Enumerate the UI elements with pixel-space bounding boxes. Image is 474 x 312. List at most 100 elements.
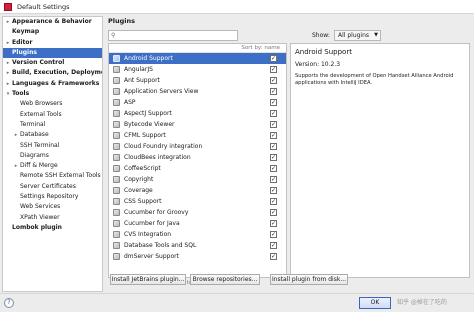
plugin-enabled-checkbox[interactable]: ✓ [270,187,277,194]
chevron-down-icon: ▼ [374,32,378,38]
sidebar-item-label: Web Browsers [20,100,63,108]
collapse-arrow-icon[interactable]: ▸ [5,17,11,27]
collapse-arrow-icon[interactable]: ▸ [5,58,11,68]
app-icon [4,2,12,11]
sidebar-item[interactable]: ▸ Editor [3,38,102,48]
sidebar-item[interactable]: Lombok plugin [3,223,102,233]
sidebar-item[interactable]: External Tools [3,110,102,120]
sidebar-item[interactable]: ▸ Build, Execution, Deployment [3,68,102,78]
sidebar-item[interactable]: ▸ Version Control [3,58,102,68]
plugin-enabled-checkbox[interactable]: ✓ [270,66,277,73]
sidebar-item-label: Plugins [12,48,37,56]
plugin-icon [113,110,120,117]
plugin-enabled-checkbox[interactable]: ✓ [270,99,277,106]
sidebar-item[interactable]: Settings Repository [3,192,102,202]
show-filter-select[interactable]: All plugins ▼ [334,30,381,41]
plugin-row[interactable]: Bytecode Viewer ✓ [109,119,286,130]
sort-by-header[interactable]: Sort by: name [109,44,286,53]
plugin-enabled-checkbox[interactable]: ✓ [270,143,277,150]
sidebar-item[interactable]: Web Services [3,202,102,212]
collapse-arrow-icon[interactable]: ▸ [13,161,19,171]
sidebar-item[interactable]: SSH Terminal [3,141,102,151]
help-icon[interactable]: ? [4,298,14,308]
plugin-row[interactable]: Android Support ✓ [109,53,286,64]
plugin-enabled-checkbox[interactable]: ✓ [270,242,277,249]
sidebar-item-label: Languages & Frameworks [12,79,100,87]
plugin-row[interactable]: CoffeeScript ✓ [109,163,286,174]
plugin-name: dmServer Support [124,253,179,260]
expand-arrow-icon[interactable]: ▾ [5,89,11,99]
sidebar-item[interactable]: Remote SSH External Tools [3,171,102,181]
collapse-arrow-icon[interactable]: ▸ [5,79,11,89]
plugin-row[interactable]: dmServer Support ✓ [109,251,286,262]
plugin-row[interactable]: CloudBees integration ✓ [109,152,286,163]
watermark-text: 知乎 @掉在了吃的 [397,299,447,306]
plugin-name: CFML Support [124,132,166,139]
plugin-name: Cucumber for Java [124,220,180,227]
sidebar-item[interactable]: ▸ Diff & Merge [3,161,102,171]
sidebar-item[interactable]: ▸ Languages & Frameworks [3,79,102,89]
plugin-enabled-checkbox[interactable]: ✓ [270,55,277,62]
collapse-arrow-icon[interactable]: ▸ [5,68,11,78]
sidebar-item[interactable]: ▸ Appearance & Behavior [3,17,102,27]
sidebar-item-label: Diff & Merge [20,162,58,170]
plugin-enabled-checkbox[interactable]: ✓ [270,154,277,161]
sidebar-item[interactable]: XPath Viewer [3,213,102,223]
plugin-enabled-checkbox[interactable]: ✓ [270,220,277,227]
sidebar-item[interactable]: Diagrams [3,151,102,161]
sidebar-item-label: Remote SSH External Tools [20,172,101,180]
plugin-row[interactable]: CVS Integration ✓ [109,229,286,240]
plugin-row[interactable]: Application Servers View ✓ [109,86,286,97]
plugin-row[interactable]: CSS Support ✓ [109,196,286,207]
plugin-icon [113,77,120,84]
sidebar-item[interactable]: Web Browsers [3,99,102,109]
plugin-row[interactable]: Cucumber for Groovy ✓ [109,207,286,218]
collapse-arrow-icon[interactable]: ▸ [5,38,11,48]
sidebar-item[interactable]: Server Certificates [3,182,102,192]
plugin-row[interactable]: AspectJ Support ✓ [109,108,286,119]
plugin-enabled-checkbox[interactable]: ✓ [270,132,277,139]
plugin-row[interactable]: Coverage ✓ [109,185,286,196]
browse-repositories-button[interactable]: Browse repositories... [190,274,260,285]
plugin-row[interactable]: CFML Support ✓ [109,130,286,141]
ok-button[interactable]: OK [359,297,391,309]
plugin-row[interactable]: ASP ✓ [109,97,286,108]
plugin-enabled-checkbox[interactable]: ✓ [270,198,277,205]
plugin-name: CVS Integration [124,231,172,238]
plugin-enabled-checkbox[interactable]: ✓ [270,110,277,117]
sidebar-item[interactable]: Terminal [3,120,102,130]
collapse-arrow-icon[interactable]: ▸ [13,130,19,140]
plugin-icon [113,209,120,216]
install-jetbrains-plugin-button[interactable]: Install JetBrains plugin... [110,274,186,285]
plugin-name: Android Support [124,55,173,62]
plugin-enabled-checkbox[interactable]: ✓ [270,77,277,84]
plugin-enabled-checkbox[interactable]: ✓ [270,231,277,238]
sidebar-item[interactable]: ▾ Tools [3,89,102,99]
plugin-row[interactable]: Cucumber for Java ✓ [109,218,286,229]
plugin-icon [113,242,120,249]
plugin-row[interactable]: Ant Support ✓ [109,75,286,86]
plugin-enabled-checkbox[interactable]: ✓ [270,209,277,216]
plugin-name: Coverage [124,187,153,194]
plugin-enabled-checkbox[interactable]: ✓ [270,253,277,260]
plugin-row[interactable]: Cloud Foundry integration ✓ [109,141,286,152]
plugin-search-input[interactable]: ⚲ [108,30,238,41]
plugin-row[interactable]: Copyright ✓ [109,174,286,185]
sidebar-item[interactable]: Keymap [3,27,102,37]
sidebar-item-label: External Tools [20,110,62,118]
plugin-icon [113,88,120,95]
install-from-disk-button[interactable]: Install plugin from disk... [270,274,348,285]
plugin-icon [113,154,120,161]
plugin-name: ASP [124,99,136,106]
plugin-enabled-checkbox[interactable]: ✓ [270,121,277,128]
plugin-details: Android Support Version: 10.2.3 Supports… [290,43,470,278]
sidebar-item[interactable]: ▸ Database [3,130,102,140]
sidebar-item[interactable]: Plugins [3,47,102,59]
plugin-enabled-checkbox[interactable]: ✓ [270,165,277,172]
plugin-row[interactable]: AngularJS ✓ [109,64,286,75]
plugin-list[interactable]: Sort by: name Android Support ✓ AngularJS ✓… [108,43,287,278]
plugin-name: CSS Support [124,198,162,205]
plugin-row[interactable]: Database Tools and SQL ✓ [109,240,286,251]
plugin-enabled-checkbox[interactable]: ✓ [270,88,277,95]
plugin-enabled-checkbox[interactable]: ✓ [270,176,277,183]
